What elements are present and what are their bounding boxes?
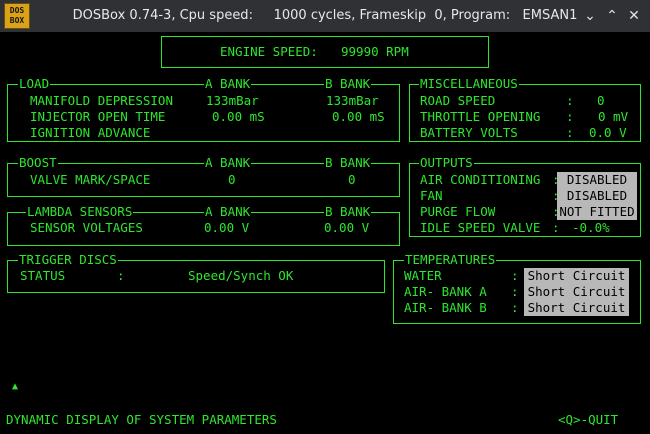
outputs-row-status: DISABLED [557,188,637,204]
trigger-status-sep: : [117,268,125,283]
outputs-row-label: PURGE FLOW [420,204,496,219]
lambda-title: LAMBDA SENSORS [26,204,134,219]
minimize-icon[interactable]: ⌄ [582,8,598,24]
temp-row-status: Short Circuit [524,300,629,316]
window-title: DOSBox 0.74-3, Cpu speed: 1000 cycles, F… [72,8,578,23]
close-icon[interactable]: ✕ [626,8,642,24]
misc-row-value: 0.0 V [589,125,627,140]
load-row-b: 133mBar [326,93,379,108]
boost-row-a: 0 [228,172,236,187]
engine-speed-value: 99990 RPM [341,44,409,59]
temp-row-sep: : [511,300,519,315]
temp-row-label: AIR- BANK B [404,300,487,315]
lambda-row-b: 0.00 V [324,220,370,235]
load-row-label: IGNITION ADVANCE [30,125,151,140]
misc-row-value: 0 [597,93,605,108]
outputs-row-sep: : [552,220,560,235]
cursor-icon: ▲ [12,381,19,392]
misc-row-label: THROTTLE OPENING [420,109,541,124]
trigger-status-value: Speed/Synch OK [188,268,294,283]
load-b-bank-header: B BANK [324,76,372,91]
load-title: LOAD [18,76,51,91]
status-line: DYNAMIC DISPLAY OF SYSTEM PARAMETERS [6,412,277,427]
lambda-row-label: SENSOR VOLTAGES [30,220,143,235]
dos-screen[interactable]: ENGINE SPEED: 99990 RPM LOAD A BANK B BA… [0,32,650,434]
boost-title: BOOST [18,155,58,170]
engine-speed-box [161,36,489,68]
load-row-label: INJECTOR OPEN TIME [30,109,166,124]
misc-row-sep: : [566,93,574,108]
temperatures-title: TEMPERATURES [404,252,497,267]
outputs-row-label: FAN [420,188,443,203]
load-row-label: MANIFOLD DEPRESSION [30,93,173,108]
boost-b-bank-header: B BANK [324,155,372,170]
load-row-b: 0.00 mS [332,109,385,124]
temp-row-label: AIR- BANK A [404,284,487,299]
load-row-a: 133mBar [206,93,259,108]
outputs-row-status: NOT FITTED [557,204,637,220]
outputs-row-status: DISABLED [557,172,637,188]
maximize-icon[interactable]: ⌃ [604,8,620,24]
temp-row-status: Short Circuit [524,268,629,284]
load-row-a: 0.00 mS [212,109,265,124]
outputs-row-label: AIR CONDITIONING [420,172,541,187]
temp-row-status: Short Circuit [524,284,629,300]
misc-row-sep: : [566,125,574,140]
boost-a-bank-header: A BANK [204,155,252,170]
misc-title: MISCELLANEOUS [419,76,519,91]
window-titlebar[interactable]: DOS BOX DOSBox 0.74-3, Cpu speed: 1000 c… [0,0,650,33]
outputs-title: OUTPUTS [419,155,474,170]
idle-speed-value: -0.0% [572,220,610,235]
misc-row-label: BATTERY VOLTS [420,125,518,140]
misc-row-sep: : [566,109,574,124]
outputs-row-label: IDLE SPEED VALVE [420,220,541,235]
misc-row-value: 0 mV [598,109,629,124]
quit-hint[interactable]: <Q>-QUIT [558,412,618,428]
boost-row-b: 0 [348,172,356,187]
lambda-a-bank-header: A BANK [204,204,252,219]
temp-row-label: WATER [404,268,442,283]
engine-speed-label: ENGINE SPEED: [220,44,318,59]
temp-row-sep: : [511,268,519,283]
lambda-row-a: 0.00 V [204,220,250,235]
lambda-b-bank-header: B BANK [324,204,372,219]
boost-row-label: VALVE MARK/SPACE [30,172,151,187]
trigger-title: TRIGGER DISCS [18,252,118,267]
temp-row-sep: : [511,284,519,299]
misc-row-label: ROAD SPEED [420,93,496,108]
trigger-status-label: STATUS [20,268,66,283]
load-a-bank-header: A BANK [204,76,252,91]
